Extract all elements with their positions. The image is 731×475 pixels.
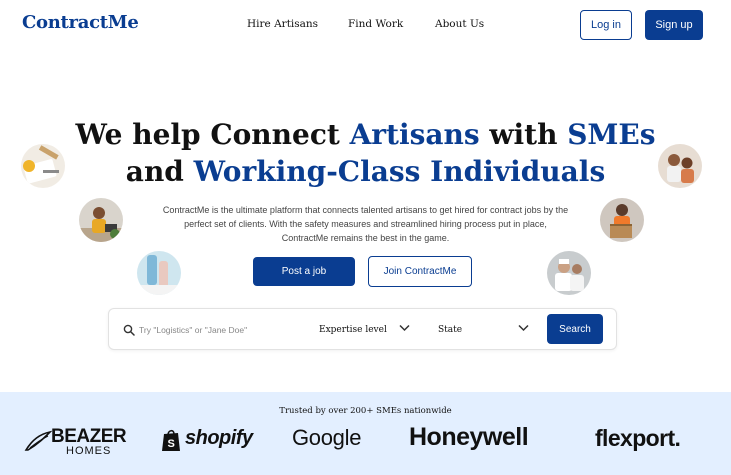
homes-text: HOMES bbox=[66, 445, 112, 457]
search-input[interactable] bbox=[139, 321, 309, 339]
search-bar: Expertise level State Search bbox=[108, 308, 617, 350]
hero-title-accent-working-class: Working-Class Individuals bbox=[193, 155, 606, 188]
search-icon bbox=[123, 324, 135, 336]
login-button[interactable]: Log in bbox=[580, 10, 632, 40]
hero-title-text-2: with bbox=[479, 118, 568, 151]
avatar-photo-woman-laptop bbox=[79, 198, 123, 242]
beazer-leaf-icon bbox=[24, 430, 52, 451]
nav-about-us[interactable]: About Us bbox=[435, 18, 484, 30]
hero-title-accent-artisans: Artisans bbox=[349, 118, 480, 151]
state-select[interactable]: State bbox=[438, 321, 462, 339]
join-button[interactable]: Join ContractMe bbox=[368, 256, 472, 287]
nav-hire-artisans[interactable]: Hire Artisans bbox=[247, 18, 318, 30]
google-logo: Google bbox=[292, 425, 362, 450]
trusted-by-text: Trusted by over 200+ SMEs nationwide bbox=[279, 406, 452, 416]
svg-text:S: S bbox=[168, 438, 175, 450]
avatar-photo-tools bbox=[21, 144, 65, 188]
expertise-level-select[interactable]: Expertise level bbox=[319, 321, 387, 339]
hero-title: We help Connect Artisans with SMEs and W… bbox=[0, 116, 731, 190]
hero-description: ContractMe is the ultimate platform that… bbox=[162, 205, 569, 243]
flexport-logo: flexport. bbox=[595, 425, 681, 451]
hero-title-line-1: We help Connect Artisans with SMEs bbox=[0, 116, 731, 153]
avatar-photo-couple bbox=[658, 144, 702, 188]
beazer-homes-logo: BEAZER HOMES bbox=[24, 426, 127, 457]
hero-title-text-3: and bbox=[125, 155, 194, 188]
shopify-text: shopify bbox=[185, 427, 253, 449]
nav-find-work[interactable]: Find Work bbox=[348, 18, 403, 30]
trusted-brands-band: Trusted by over 200+ SMEs nationwide BEA… bbox=[0, 392, 731, 475]
chevron-down-icon[interactable] bbox=[399, 324, 410, 332]
logo[interactable]: ContractMe bbox=[22, 12, 139, 33]
signup-button[interactable]: Sign up bbox=[645, 10, 703, 40]
avatar-photo-delivery bbox=[600, 198, 644, 242]
hero-title-text-1: We help Connect bbox=[75, 118, 350, 151]
hero-title-accent-smes: SMEs bbox=[567, 118, 656, 151]
hero-title-line-2: and Working-Class Individuals bbox=[0, 153, 731, 190]
avatar-photo-chefs bbox=[547, 251, 591, 295]
search-button[interactable]: Search bbox=[547, 314, 603, 344]
post-job-button[interactable]: Post a job bbox=[253, 257, 355, 286]
chevron-down-icon[interactable] bbox=[518, 324, 529, 332]
avatar-photo-hands bbox=[137, 251, 181, 295]
shopify-bag-icon: S bbox=[162, 429, 180, 451]
honeywell-logo: Honeywell bbox=[409, 423, 529, 451]
shopify-logo: S shopify bbox=[161, 426, 253, 456]
